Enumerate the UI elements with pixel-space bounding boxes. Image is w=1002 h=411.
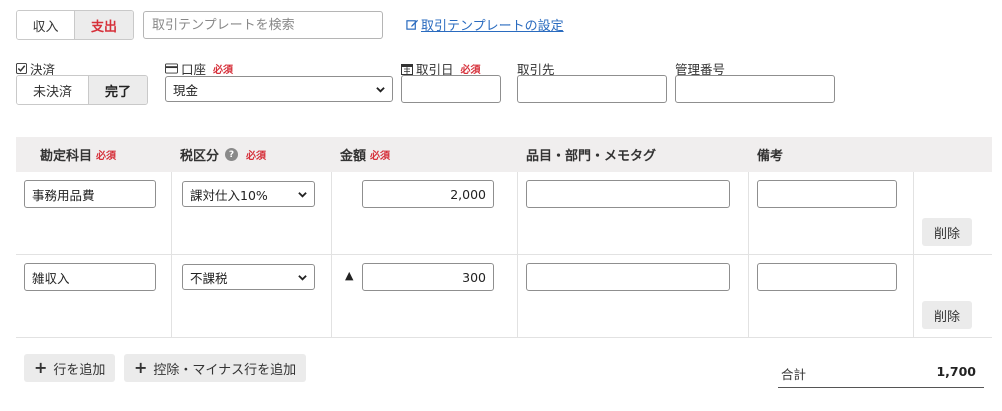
template-search-input[interactable] [143, 11, 383, 39]
row1-tax-value: 課対仕入10% [190, 187, 268, 203]
row2-amount-input[interactable]: 300 [362, 263, 494, 291]
minus-triangle-icon: ▲ [345, 269, 354, 282]
date-required-badge: 必須 [460, 65, 481, 76]
management-number-input[interactable] [675, 75, 835, 103]
account-required-badge: 必須 [213, 65, 234, 76]
header-account-item: 勘定科目 必須 [40, 149, 117, 164]
total-label: 合計 [781, 367, 807, 382]
row1-tags-input[interactable] [526, 180, 730, 208]
row2-account-item-input[interactable]: 雑収入 [24, 263, 156, 291]
header-tags: 品目・部門・メモタグ [526, 149, 657, 164]
table-header: 勘定科目 必須 税区分 ? 必須 金額 必須 品目・部門・メモタグ 備考 [16, 137, 992, 172]
chevron-down-icon [376, 86, 385, 93]
add-row-button[interactable]: + 行を追加 [24, 354, 116, 382]
unsettled-button[interactable]: 未決済 [17, 76, 88, 104]
header-amount: 金額 必須 [340, 149, 391, 164]
checkbox-icon [16, 63, 27, 74]
chevron-down-icon [298, 274, 307, 281]
account-select-value: 現金 [173, 82, 199, 98]
add-minus-row-button[interactable]: + 控除・マイナス行を追加 [124, 354, 307, 382]
wallet-icon [165, 63, 178, 74]
row2-remarks-input[interactable] [757, 263, 897, 291]
income-toggle-button[interactable]: 収入 [17, 11, 75, 39]
row1-tax-select[interactable]: 課対仕入10% [182, 181, 315, 207]
income-expense-toggle: 収入 支出 [16, 10, 134, 40]
row2-tax-select[interactable]: 不課税 [182, 264, 315, 290]
row2-tags-input[interactable] [526, 263, 730, 291]
row1-delete-button[interactable]: 削除 [922, 218, 972, 246]
row1-amount-input[interactable]: 2,000 [362, 180, 494, 208]
calendar-icon [401, 63, 413, 75]
plus-icon: + [34, 358, 48, 377]
header-tax: 税区分 ? 必須 [180, 148, 267, 164]
total-value: 1,700 [936, 364, 976, 379]
settled-done-button[interactable]: 完了 [87, 76, 147, 104]
template-settings-label: 取引テンプレートの設定 [421, 19, 564, 34]
row2-delete-button[interactable]: 削除 [922, 301, 972, 329]
row1-remarks-input[interactable] [757, 180, 897, 208]
partner-input[interactable] [517, 75, 667, 103]
template-settings-link[interactable]: 取引テンプレートの設定 [406, 15, 564, 34]
settlement-toggle: 未決済 完了 [16, 75, 148, 105]
chevron-down-icon [298, 191, 307, 198]
edit-icon [406, 19, 419, 30]
row2-tax-value: 不課税 [190, 270, 228, 286]
help-icon[interactable]: ? [225, 148, 239, 161]
total-underline [778, 387, 984, 388]
account-select[interactable]: 現金 [165, 76, 393, 102]
plus-icon: + [134, 358, 148, 377]
row1-account-item-input[interactable]: 事務用品費 [24, 180, 156, 208]
expense-toggle-button[interactable]: 支出 [74, 11, 133, 39]
date-input[interactable] [401, 75, 501, 103]
header-remarks: 備考 [757, 149, 784, 164]
